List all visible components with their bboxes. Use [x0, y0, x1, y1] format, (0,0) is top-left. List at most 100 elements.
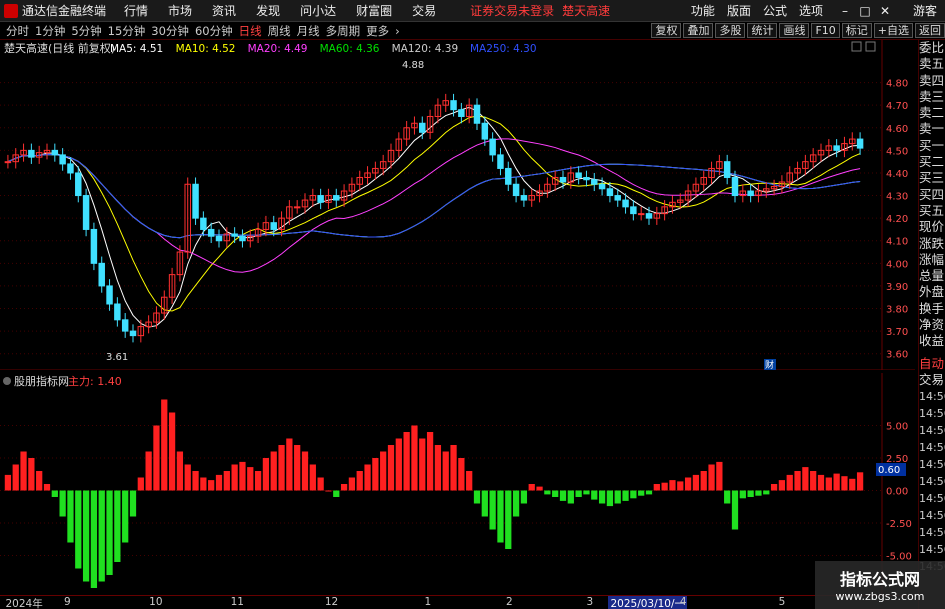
period-15min[interactable]: 15分钟 — [108, 23, 146, 39]
candle-body — [520, 195, 528, 201]
main-chart-bg — [0, 40, 915, 370]
main-force-bar — [661, 482, 668, 491]
sub-chart-bg — [0, 373, 915, 595]
main-force-bar — [638, 490, 645, 496]
date-tick: 3 — [586, 596, 594, 608]
main-y-tick: 3.70 — [886, 327, 908, 338]
main-force-bar — [544, 490, 551, 495]
user-label[interactable]: 游客 — [913, 2, 937, 19]
date-tick: 2 — [505, 596, 513, 608]
login-status[interactable]: 证券交易未登录 — [470, 2, 554, 19]
main-force-bar — [505, 490, 512, 549]
main-force-bar — [802, 467, 809, 491]
candle-body — [856, 138, 864, 149]
period-5min[interactable]: 5分钟 — [71, 23, 101, 39]
period-weekly[interactable]: 周线 — [268, 23, 291, 39]
fuquan-button[interactable]: 复权 — [651, 23, 682, 38]
stats-button[interactable]: 统计 — [747, 23, 778, 38]
candle-body — [575, 172, 582, 178]
date-tick: 2025/03/10/一 — [608, 596, 688, 609]
candle-body — [723, 161, 731, 178]
quote-label: 委比 — [919, 40, 945, 55]
main-force-bar — [763, 490, 770, 495]
menu-item-jiaoyi[interactable]: 交易 — [412, 2, 436, 19]
mark-button[interactable]: 标记 — [841, 23, 872, 38]
main-force-bar — [497, 490, 504, 543]
menu-item-hangqing[interactable]: 行情 — [124, 2, 148, 19]
menu-item-wenxiaoda[interactable]: 问小达 — [300, 2, 336, 19]
menu-item-banmian[interactable]: 版面 — [727, 2, 751, 19]
quote-label: 买五 — [919, 202, 945, 218]
menu-item-caifuquan[interactable]: 财富圈 — [356, 2, 392, 19]
candle-body — [67, 163, 74, 174]
candle-body — [645, 213, 653, 219]
main-y-tick: 4.10 — [886, 237, 908, 248]
minimize-icon[interactable]: – — [835, 4, 855, 18]
draw-line-button[interactable]: 画线 — [779, 23, 810, 38]
main-force-bar — [395, 438, 402, 491]
indicator-toggle-icon[interactable] — [3, 377, 11, 385]
menu-item-zixun[interactable]: 资讯 — [212, 2, 236, 19]
close-icon[interactable]: ✕ — [875, 4, 895, 18]
main-force-bar — [364, 464, 371, 491]
main-force-bar — [90, 490, 98, 588]
main-force-bar — [426, 432, 434, 491]
quote-label: 外盘 — [919, 284, 945, 300]
main-force-bar — [356, 471, 363, 491]
main-kline-chart[interactable]: 4.80 4.70 4.60 4.50 4.40 4.30 4.20 4.10 4.00 3.90… — [0, 40, 915, 371]
main-force-bar — [614, 490, 621, 504]
period-multi[interactable]: 多周期 — [326, 23, 361, 39]
f10-button[interactable]: F10 — [811, 23, 840, 38]
main-force-bar — [247, 467, 254, 491]
main-force-bar — [239, 461, 246, 491]
indicator-chart[interactable]: 5.00 2.50 0.00 -2.50 -5.00 股朋指标网 主力: 1.40 0.… — [0, 373, 915, 595]
overlay-button[interactable]: 叠加 — [683, 23, 714, 38]
auto-label[interactable]: 自动 — [919, 356, 945, 372]
period-30min[interactable]: 30分钟 — [151, 23, 189, 39]
main-force-bar — [817, 474, 825, 491]
period-monthly[interactable]: 月线 — [297, 23, 320, 39]
period-60min[interactable]: 60分钟 — [195, 23, 233, 39]
main-force-bar — [192, 471, 199, 491]
period-daily[interactable]: 日线 — [239, 23, 262, 39]
main-force-bar — [59, 490, 66, 517]
current-value-text: 0.60 — [878, 465, 900, 476]
period-1min[interactable]: 1分钟 — [35, 23, 65, 39]
main-force-bar — [700, 471, 707, 491]
main-force-bar — [591, 490, 598, 500]
menu-item-shichang[interactable]: 市场 — [168, 2, 192, 19]
candle-body — [51, 149, 59, 156]
main-force-bar — [208, 480, 215, 491]
main-force-bar — [419, 438, 426, 491]
chevron-right-icon[interactable]: › — [395, 24, 400, 38]
quote-label: 收益 — [919, 333, 945, 349]
main-force-bar — [481, 490, 488, 517]
date-tick: 11 — [230, 596, 244, 608]
indicator-svg[interactable]: 5.002.500.00-2.50-5.00 股朋指标网 主力: 1.40 0.… — [0, 373, 915, 595]
main-force-bar — [145, 451, 152, 491]
date-tick: 12 — [324, 596, 339, 608]
menu-item-gongshi[interactable]: 公式 — [763, 2, 787, 19]
main-force-bar — [380, 451, 387, 491]
candle-body — [90, 228, 98, 264]
multi-stock-button[interactable]: 多股 — [715, 23, 746, 38]
add-favorite-button[interactable]: +自选 — [873, 23, 913, 38]
period-fenshi[interactable]: 分时 — [6, 23, 29, 39]
trade-label[interactable]: 交易 — [919, 372, 945, 388]
period-more[interactable]: 更多 — [366, 23, 389, 39]
main-force-bar — [731, 490, 739, 530]
menu-item-xuanxiang[interactable]: 选项 — [799, 2, 823, 19]
main-y-tick: 4.40 — [886, 169, 908, 180]
main-force-bar — [442, 451, 449, 491]
ma-legend-item: MA20: 4.49 — [248, 43, 308, 55]
trade-time: 14:56 — [919, 509, 945, 523]
menu-item-gongneng[interactable]: 功能 — [691, 2, 715, 19]
menu-item-faxian[interactable]: 发现 — [256, 2, 280, 19]
kline-svg[interactable]: 4.80 4.70 4.60 4.50 4.40 4.30 4.20 4.10 4.00 3.90… — [0, 40, 915, 371]
candle-body — [239, 235, 246, 242]
maximize-icon[interactable]: □ — [855, 4, 875, 18]
main-force-bar — [348, 477, 356, 491]
main-force-bar — [262, 458, 270, 491]
watermark-title: 指标公式网 — [839, 570, 920, 589]
back-button[interactable]: 返回 — [915, 23, 945, 38]
